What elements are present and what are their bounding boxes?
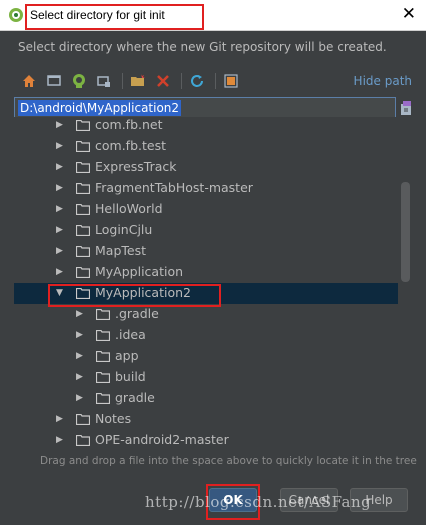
folder-icon bbox=[96, 393, 110, 404]
folder-icon bbox=[76, 120, 90, 131]
tree-row[interactable]: ▶ OPE-android2-master bbox=[14, 430, 399, 451]
tree-row-label: HelloWorld bbox=[95, 201, 163, 216]
tree-row[interactable]: ▶ .gradle bbox=[14, 304, 399, 325]
tree-row[interactable]: ▶ build bbox=[14, 367, 399, 388]
folder-icon bbox=[76, 414, 90, 425]
collapsed-arrow-icon[interactable]: ▶ bbox=[56, 141, 66, 151]
collapsed-arrow-icon[interactable]: ▶ bbox=[56, 246, 66, 256]
path-field[interactable]: D:\android\MyApplication2 bbox=[14, 97, 396, 119]
new-folder-icon[interactable] bbox=[127, 70, 149, 92]
collapsed-arrow-icon[interactable]: ▶ bbox=[56, 204, 66, 214]
close-icon[interactable]: ✕ bbox=[402, 4, 416, 24]
tree-row-label: com.fb.net bbox=[95, 117, 163, 132]
tree-row-label: com.fb.test bbox=[95, 138, 166, 153]
android-studio-icon bbox=[9, 8, 23, 22]
folder-icon bbox=[76, 246, 90, 257]
folder-icon bbox=[76, 267, 90, 278]
folder-icon bbox=[76, 225, 90, 236]
collapsed-arrow-icon[interactable]: ▶ bbox=[76, 309, 86, 319]
delete-icon[interactable] bbox=[152, 70, 174, 92]
tree-row-label: gradle bbox=[115, 390, 155, 405]
hide-path-link[interactable]: Hide path bbox=[354, 74, 412, 88]
tree-row-label: OPE-android2-master bbox=[95, 432, 229, 447]
tree-row[interactable]: ▶ com.fb.net bbox=[14, 117, 399, 136]
tree-row[interactable]: ▶ HelloWorld bbox=[14, 199, 399, 220]
tree-row[interactable]: ▶ FragmentTabHost-master bbox=[14, 178, 399, 199]
collapsed-arrow-icon[interactable]: ▶ bbox=[56, 414, 66, 424]
dialog-description: Select directory where the new Git repos… bbox=[18, 40, 387, 54]
tree-row[interactable]: ▶ gradle bbox=[14, 388, 399, 409]
directory-tree[interactable]: ▶ com.fb.net ▶ com.fb.test ▶ ExpressTrack ▶ Fra… bbox=[14, 117, 412, 452]
tree-row-label: FragmentTabHost-master bbox=[95, 180, 253, 195]
folder-icon bbox=[96, 372, 110, 383]
collapsed-arrow-icon[interactable]: ▶ bbox=[76, 330, 86, 340]
show-hidden-icon[interactable] bbox=[220, 70, 242, 92]
collapsed-arrow-icon[interactable]: ▶ bbox=[76, 351, 86, 361]
collapsed-arrow-icon[interactable]: ▶ bbox=[56, 120, 66, 130]
tree-row[interactable]: ▶ ExpressTrack bbox=[14, 157, 399, 178]
toolbar-separator bbox=[181, 73, 182, 89]
tree-row-label: MyApplication2 bbox=[95, 285, 191, 300]
refresh-icon[interactable] bbox=[186, 70, 208, 92]
collapsed-arrow-icon[interactable]: ▶ bbox=[56, 225, 66, 235]
folder-icon bbox=[76, 183, 90, 194]
collapsed-arrow-icon[interactable]: ▶ bbox=[56, 435, 66, 445]
collapsed-arrow-icon[interactable]: ▶ bbox=[56, 267, 66, 277]
ok-button[interactable]: OK bbox=[209, 488, 257, 512]
tree-scrollbar[interactable] bbox=[398, 117, 412, 452]
help-button[interactable]: Help bbox=[350, 488, 408, 512]
folder-icon bbox=[96, 330, 110, 341]
tree-row[interactable]: ▶ MyApplication bbox=[14, 262, 399, 283]
tree-row-label: Notes bbox=[95, 411, 132, 426]
drag-drop-hint: Drag and drop a file into the space abov… bbox=[40, 455, 417, 467]
folder-icon bbox=[76, 435, 90, 446]
tree-row[interactable]: ▼ MyApplication2 bbox=[14, 283, 399, 304]
toolbar bbox=[18, 70, 245, 92]
window-title: Select directory for git init bbox=[30, 8, 165, 22]
folder-icon bbox=[76, 141, 90, 152]
folder-icon bbox=[76, 162, 90, 173]
tree-row-label: .gradle bbox=[115, 306, 159, 321]
path-input[interactable]: D:\android\MyApplication2 bbox=[18, 100, 182, 116]
collapsed-arrow-icon[interactable]: ▶ bbox=[76, 393, 86, 403]
tree-row[interactable]: ▶ Notes bbox=[14, 409, 399, 430]
tree-row[interactable]: ▶ LoginCjlu bbox=[14, 220, 399, 241]
tree-row-label: LoginCjlu bbox=[95, 222, 153, 237]
collapsed-arrow-icon[interactable]: ▶ bbox=[56, 183, 66, 193]
module-icon[interactable] bbox=[93, 70, 115, 92]
toolbar-separator bbox=[215, 73, 216, 89]
path-history-icon[interactable] bbox=[400, 100, 414, 116]
folder-icon bbox=[96, 351, 110, 362]
folder-icon bbox=[76, 204, 90, 215]
android-project-icon[interactable] bbox=[68, 70, 90, 92]
tree-row-label: MapTest bbox=[95, 243, 146, 258]
tree-row[interactable]: ▶ com.fb.test bbox=[14, 136, 399, 157]
tree-row-label: MyApplication bbox=[95, 264, 184, 279]
title-bar: Select directory for git init ✕ bbox=[0, 0, 426, 31]
tree-row-label: .idea bbox=[115, 327, 146, 342]
collapsed-arrow-icon[interactable]: ▶ bbox=[56, 162, 66, 172]
tree-scrollbar-thumb[interactable] bbox=[401, 182, 410, 282]
tree-row[interactable]: ▶ .idea bbox=[14, 325, 399, 346]
tree-row-label: app bbox=[115, 348, 139, 363]
folder-icon bbox=[96, 309, 110, 320]
expanded-arrow-icon[interactable]: ▼ bbox=[56, 288, 66, 298]
tree-row-label: build bbox=[115, 369, 146, 384]
desktop-icon[interactable] bbox=[43, 70, 65, 92]
toolbar-separator bbox=[122, 73, 123, 89]
tree-row-label: ExpressTrack bbox=[95, 159, 177, 174]
folder-icon bbox=[76, 288, 90, 299]
collapsed-arrow-icon[interactable]: ▶ bbox=[76, 372, 86, 382]
cancel-button[interactable]: Cancel bbox=[280, 488, 338, 512]
tree-row[interactable]: ▶ MapTest bbox=[14, 241, 399, 262]
home-icon[interactable] bbox=[18, 70, 40, 92]
tree-row[interactable]: ▶ app bbox=[14, 346, 399, 367]
